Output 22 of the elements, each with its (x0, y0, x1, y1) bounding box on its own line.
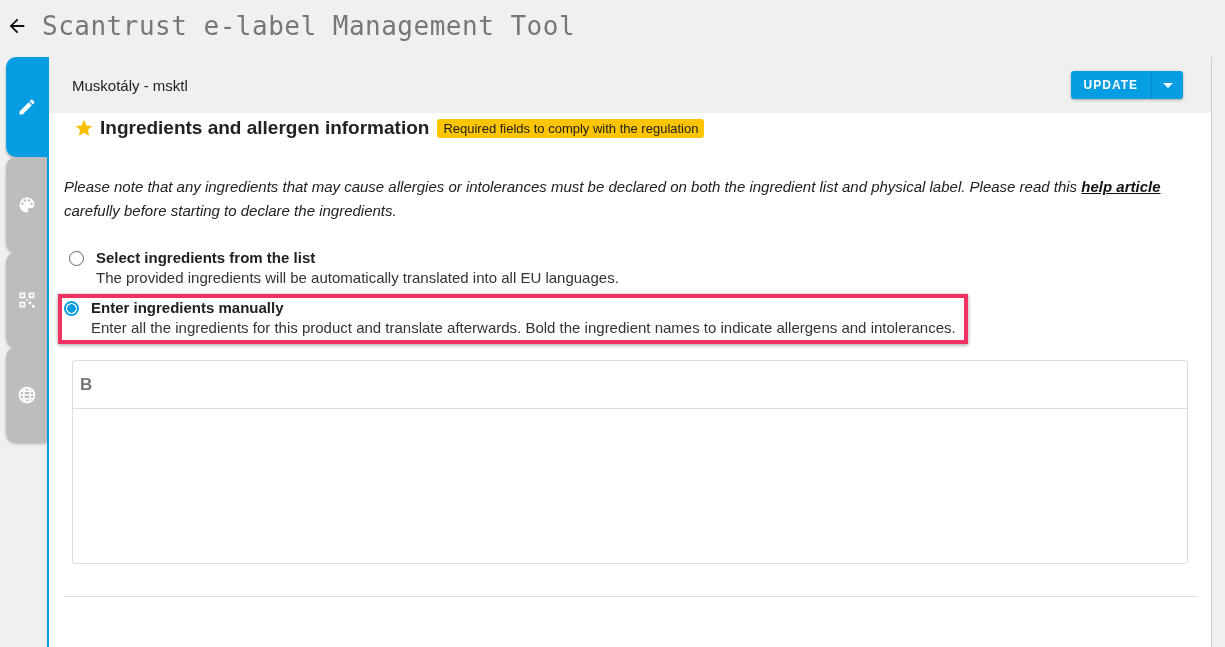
star-icon (74, 118, 94, 138)
radio-button[interactable] (64, 301, 79, 316)
required-badge: Required fields to comply with the regulation (437, 118, 705, 138)
option-description: The provided ingredients will be automatically translated into all EU languages. (96, 269, 619, 286)
globe-icon (16, 384, 37, 405)
text-editor[interactable]: B (72, 360, 1188, 564)
update-button[interactable]: UPDATE (1070, 71, 1152, 99)
side-tab[interactable] (6, 347, 47, 442)
caret-icon (1162, 82, 1173, 88)
option-label: Enter ingredients manually (91, 299, 285, 316)
product-name: Muskotály - msktl (72, 76, 188, 94)
bold-button[interactable]: B (77, 372, 96, 397)
note-text: carefully before starting to declare the ingredients. (64, 202, 397, 219)
note-text: Please note that any ingredients that may cause allergies or intolerances must be declared on both the ingredient list and physical label. Please read this (64, 178, 1079, 195)
help-article-link[interactable]: help article (1081, 178, 1161, 195)
app-title: Scantrust e-label Management Tool (42, 11, 576, 41)
dropdown-button[interactable] (1152, 71, 1183, 99)
side-tab[interactable] (6, 157, 47, 252)
section-title: Ingredients and allergen information (100, 117, 430, 139)
option-description: Enter all the ingredients for this product and translate afterwards. Bold the ingredient names to indicate allergens and intolerances. (91, 319, 956, 336)
side-tab[interactable] (6, 57, 47, 157)
option-label: Select ingredients from the list (96, 249, 317, 266)
